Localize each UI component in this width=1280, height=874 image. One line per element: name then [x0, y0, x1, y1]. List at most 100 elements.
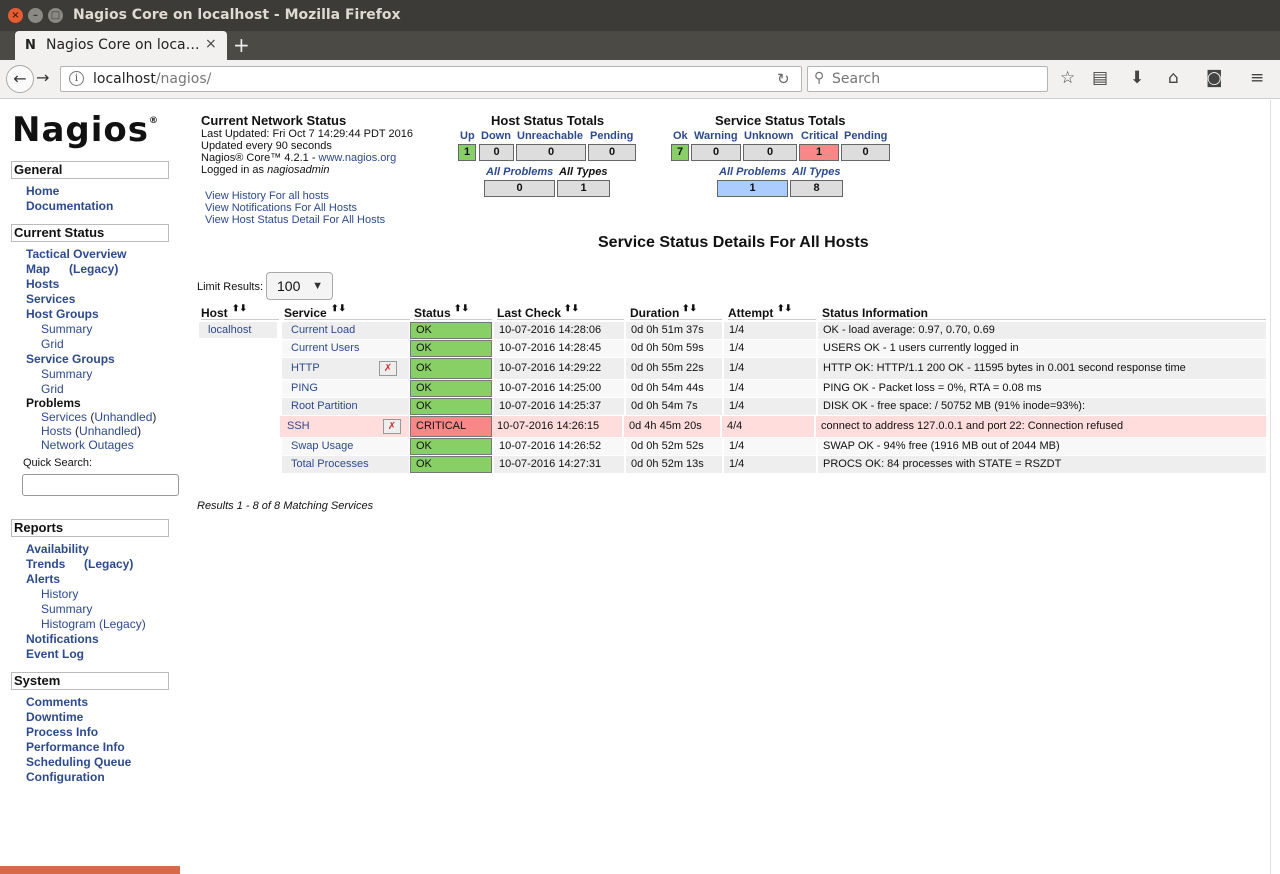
- svc-critical-count[interactable]: 1: [799, 144, 839, 161]
- col-last-check[interactable]: Last Check ⬆⬇: [497, 303, 624, 320]
- svc-hdr-ok[interactable]: Ok: [673, 130, 688, 142]
- nav-trends-legacy[interactable]: (Legacy): [84, 557, 133, 571]
- service-link[interactable]: Current Load: [282, 322, 409, 339]
- link-view-host-status[interactable]: View Host Status Detail For All Hosts: [205, 214, 385, 226]
- host-down-count[interactable]: 0: [479, 144, 514, 161]
- sort-arrows-icon[interactable]: ⬆⬇: [777, 303, 792, 314]
- host-all-problems-count[interactable]: 0: [484, 180, 555, 197]
- pocket-icon[interactable]: ◙: [1206, 68, 1223, 88]
- link-view-notifications[interactable]: View Notifications For All Hosts: [205, 202, 357, 214]
- svc-unknown-count[interactable]: 0: [743, 144, 797, 161]
- nav-tactical-overview[interactable]: Tactical Overview: [26, 247, 127, 261]
- nav-problems-services[interactable]: Services: [41, 410, 87, 424]
- host-up-count[interactable]: 1: [458, 144, 476, 161]
- nav-service-groups[interactable]: Service Groups: [26, 352, 115, 366]
- host-hdr-down[interactable]: Down: [481, 130, 511, 142]
- host-hdr-up[interactable]: Up: [460, 130, 475, 142]
- col-host[interactable]: Host ⬆⬇: [201, 303, 279, 320]
- nav-trends[interactable]: Trends: [26, 557, 65, 571]
- col-service[interactable]: Service ⬆⬇: [284, 303, 410, 320]
- bookmark-star-icon[interactable]: ☆: [1060, 68, 1075, 88]
- host-hdr-pending[interactable]: Pending: [590, 130, 633, 142]
- nagios-org-link[interactable]: www.nagios.org: [319, 152, 397, 164]
- nav-map[interactable]: Map: [26, 262, 50, 276]
- sort-arrows-icon[interactable]: ⬆⬇: [331, 303, 346, 314]
- svc-all-types-count[interactable]: 8: [790, 180, 843, 197]
- nav-network-outages[interactable]: Network Outages: [41, 438, 134, 452]
- forward-arrow-icon[interactable]: →: [36, 68, 49, 87]
- sort-arrows-icon[interactable]: ⬆⬇: [564, 303, 579, 314]
- col-attempt[interactable]: Attempt ⬆⬇: [728, 303, 816, 320]
- svc-hdr-pending[interactable]: Pending: [844, 130, 887, 142]
- nav-problems-hosts-unhandled[interactable]: Unhandled: [79, 424, 137, 438]
- host-hdr-unreachable[interactable]: Unreachable: [517, 130, 583, 142]
- svc-warning-count[interactable]: 0: [691, 144, 741, 161]
- passive-checks-disabled-icon[interactable]: ✗: [383, 419, 401, 434]
- nav-alerts-summary[interactable]: Summary: [41, 602, 92, 616]
- nagios-logo[interactable]: Nagios®: [12, 110, 159, 150]
- new-tab-button[interactable]: +: [233, 33, 250, 57]
- nav-host-groups[interactable]: Host Groups: [26, 307, 99, 321]
- nav-performance-info[interactable]: Performance Info: [26, 740, 125, 754]
- nav-process-info[interactable]: Process Info: [26, 725, 98, 739]
- svc-all-problems-count[interactable]: 1: [717, 180, 788, 197]
- service-link[interactable]: Total Processes: [282, 456, 409, 473]
- passive-checks-disabled-icon[interactable]: ✗: [379, 361, 397, 376]
- service-link[interactable]: Current Users: [282, 340, 409, 357]
- window-maximize-button[interactable]: □: [48, 8, 63, 23]
- reload-icon[interactable]: ↻: [777, 70, 790, 88]
- nav-documentation[interactable]: Documentation: [26, 199, 113, 213]
- window-close-button[interactable]: ×: [8, 8, 23, 23]
- tab-nagios[interactable]: N Nagios Core on loca… ×: [15, 31, 227, 60]
- host-all-types-count[interactable]: 1: [557, 180, 610, 197]
- hamburger-menu-icon[interactable]: ≡: [1250, 68, 1264, 88]
- link-view-history[interactable]: View History For all hosts: [205, 190, 329, 202]
- nav-alerts[interactable]: Alerts: [26, 572, 60, 586]
- nav-scheduling-queue[interactable]: Scheduling Queue: [26, 755, 131, 769]
- sort-arrows-icon[interactable]: ⬆⬇: [682, 303, 697, 314]
- svc-pending-count[interactable]: 0: [841, 144, 890, 161]
- service-link[interactable]: PING: [282, 380, 409, 397]
- svc-hdr-all-problems[interactable]: All Problems: [719, 166, 786, 178]
- nav-comments[interactable]: Comments: [26, 695, 88, 709]
- sort-arrows-icon[interactable]: ⬆⬇: [232, 303, 247, 314]
- svc-ok-count[interactable]: 7: [671, 144, 689, 161]
- col-status[interactable]: Status ⬆⬇: [414, 303, 492, 320]
- url-text[interactable]: localhost/nagios/: [93, 71, 211, 87]
- limit-results-select[interactable]: 100 ▼: [266, 272, 333, 300]
- info-icon[interactable]: i: [69, 71, 84, 86]
- search-bar[interactable]: ⚲: [807, 66, 1048, 92]
- host-unreachable-count[interactable]: 0: [516, 144, 586, 161]
- svc-hdr-critical[interactable]: Critical: [801, 130, 838, 142]
- nav-alerts-history[interactable]: History: [41, 587, 78, 601]
- svc-hdr-all-types[interactable]: All Types: [792, 166, 841, 178]
- nav-notifications[interactable]: Notifications: [26, 632, 99, 646]
- nav-downtime[interactable]: Downtime: [26, 710, 83, 724]
- nav-hostgroups-grid[interactable]: Grid: [41, 337, 64, 351]
- nav-services[interactable]: Services: [26, 292, 75, 306]
- host-hdr-all-problems[interactable]: All Problems: [486, 166, 553, 178]
- page-scrollbar[interactable]: [1270, 100, 1280, 874]
- home-icon[interactable]: ⌂: [1168, 68, 1179, 88]
- url-bar[interactable]: i localhost/nagios/ ↻: [60, 66, 802, 92]
- nav-configuration[interactable]: Configuration: [26, 770, 105, 784]
- sort-arrows-icon[interactable]: ⬆⬇: [454, 303, 469, 314]
- window-minimize-button[interactable]: –: [28, 8, 43, 23]
- host-hdr-all-types[interactable]: All Types: [559, 166, 608, 178]
- search-input[interactable]: [832, 71, 1042, 87]
- service-link[interactable]: Swap Usage: [282, 438, 409, 455]
- library-icon[interactable]: ▤: [1092, 68, 1108, 88]
- quick-search-input[interactable]: [22, 474, 179, 496]
- nav-availability[interactable]: Availability: [26, 542, 89, 556]
- nav-alerts-histogram[interactable]: Histogram (Legacy): [41, 617, 146, 631]
- nav-servicegroups-grid[interactable]: Grid: [41, 382, 64, 396]
- service-link[interactable]: Root Partition: [282, 398, 409, 415]
- nav-problems-services-unhandled[interactable]: Unhandled: [94, 410, 152, 424]
- back-arrow-icon[interactable]: ←: [6, 65, 34, 93]
- nav-servicegroups-summary[interactable]: Summary: [41, 367, 92, 381]
- host-pending-count[interactable]: 0: [588, 144, 636, 161]
- nav-problems-hosts[interactable]: Hosts: [41, 424, 72, 438]
- nav-hostgroups-summary[interactable]: Summary: [41, 322, 92, 336]
- tab-close-icon[interactable]: ×: [205, 36, 217, 52]
- col-duration[interactable]: Duration ⬆⬇: [630, 303, 722, 320]
